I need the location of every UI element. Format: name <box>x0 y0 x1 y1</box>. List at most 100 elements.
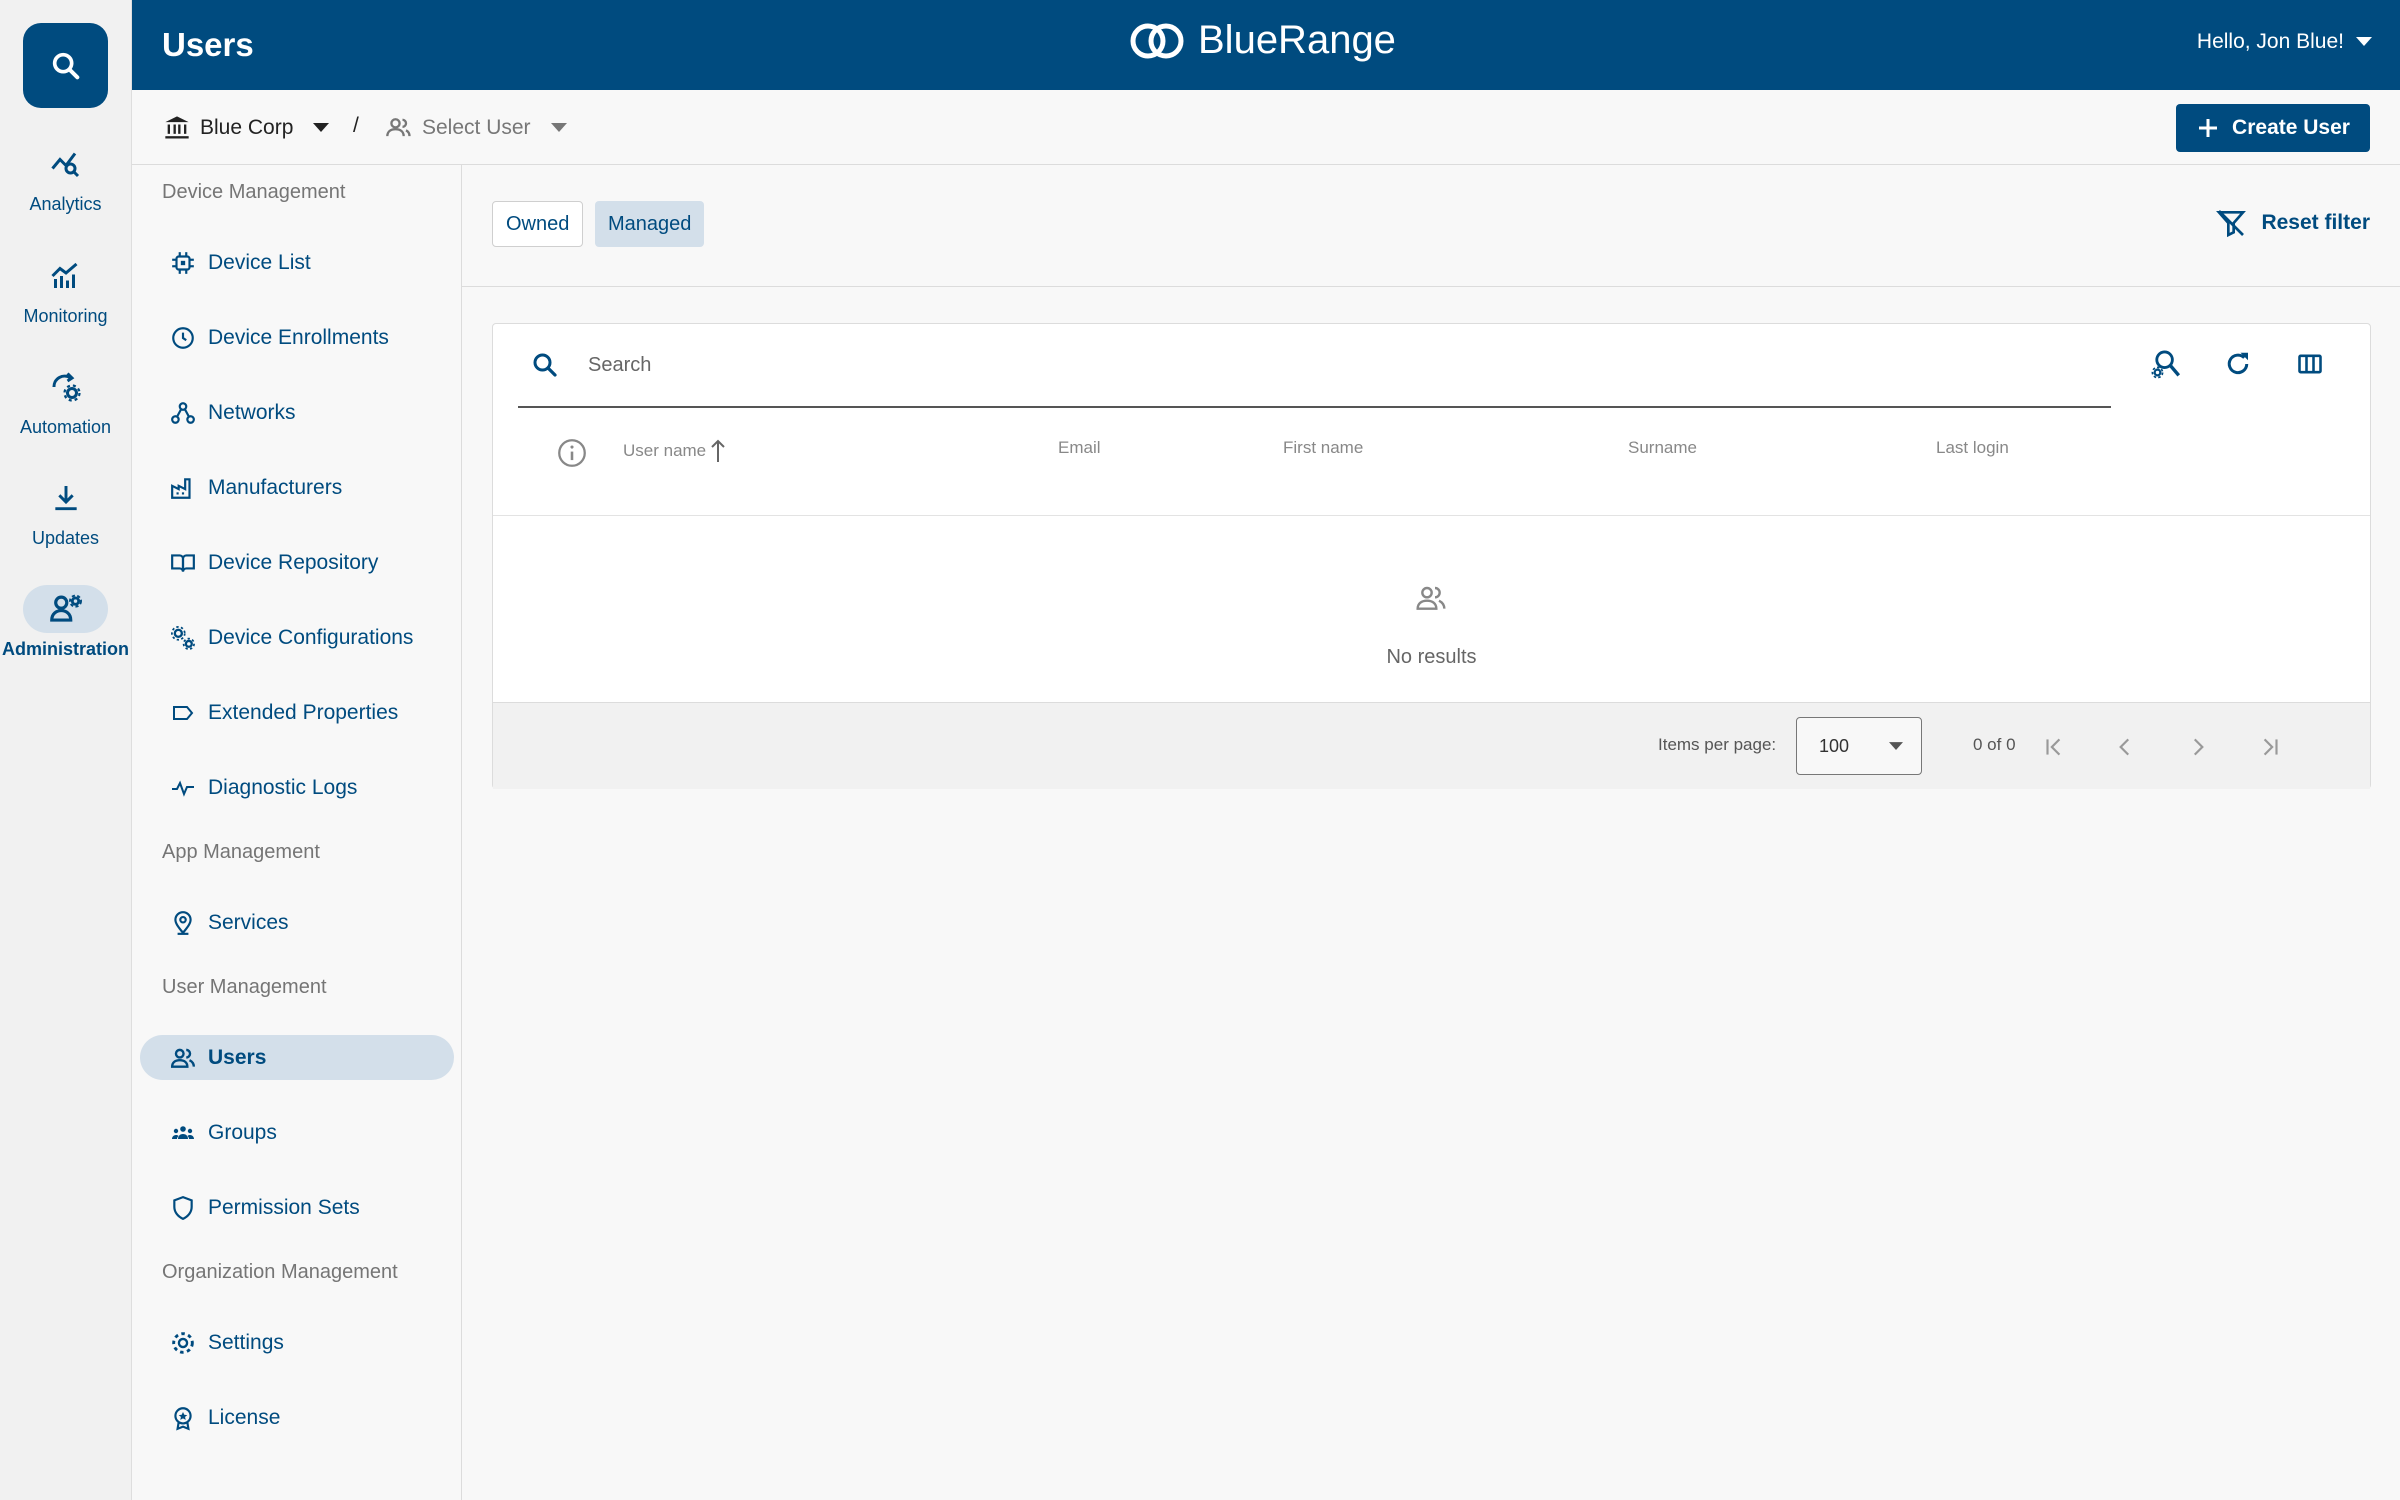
rail-item-analytics[interactable]: Analytics <box>0 140 131 215</box>
column-header-first-name[interactable]: First name <box>1283 438 1363 458</box>
sidebar-item-settings[interactable]: Settings <box>140 1320 454 1365</box>
sidebar-item-users[interactable]: Users <box>140 1035 454 1080</box>
user-selector-placeholder: Select User <box>422 116 531 139</box>
reset-filter-label: Reset filter <box>2261 211 2370 234</box>
previous-page-button[interactable] <box>2108 730 2142 764</box>
create-user-label: Create User <box>2232 116 2350 139</box>
empty-state: No results <box>493 516 2370 704</box>
global-search-button[interactable] <box>23 23 108 108</box>
refresh-button[interactable] <box>2220 346 2256 382</box>
sidebar-item-diagnostic-logs[interactable]: Diagnostic Logs <box>140 765 454 810</box>
bank-icon <box>165 116 189 139</box>
sidebar-item-label: Device Configurations <box>208 625 414 649</box>
sidebar-item-permission-sets[interactable]: Permission Sets <box>140 1185 454 1230</box>
caret-down-icon <box>550 123 567 132</box>
rail-label: Monitoring <box>23 306 108 326</box>
user-menu[interactable]: Hello, Jon Blue! <box>2197 30 2372 54</box>
monitoring-icon <box>50 262 77 288</box>
sidebar-item-device-repository[interactable]: Device Repository <box>140 540 454 585</box>
search-input[interactable]: Search <box>588 354 651 377</box>
reset-filter-button[interactable]: Reset filter <box>2215 207 2370 239</box>
organization-name: Blue Corp <box>200 116 294 139</box>
sidebar-item-label: Networks <box>208 400 296 424</box>
sidebar-item-device-configurations[interactable]: Device Configurations <box>140 615 454 660</box>
first-page-icon <box>2046 738 2061 756</box>
badge-icon <box>174 1406 192 1431</box>
admin-icon <box>49 594 82 622</box>
sidebar-item-label: Diagnostic Logs <box>208 775 358 799</box>
arrow-up-icon <box>711 439 725 462</box>
advanced-search-button[interactable] <box>2148 346 2184 382</box>
column-header-label: User name <box>623 441 707 460</box>
page-range: 0 of 0 <box>1973 735 2016 754</box>
column-header-email[interactable]: Email <box>1058 438 1101 458</box>
items-per-page-value: 100 <box>1819 735 1850 756</box>
users-icon <box>170 1048 196 1068</box>
sidebar-section-title: App Management <box>162 841 320 863</box>
owned-filter-chip[interactable]: Owned <box>492 201 584 247</box>
rail-item-automation[interactable]: Automation <box>0 363 131 438</box>
filter-off-icon <box>2216 210 2247 238</box>
admin-sidebar: Device Management Device List Device Enr… <box>132 165 462 1500</box>
sidebar-item-device-list[interactable]: Device List <box>140 240 454 285</box>
user-selector[interactable]: Select User <box>384 114 567 142</box>
search-icon <box>52 52 79 79</box>
organization-selector[interactable]: Blue Corp <box>162 114 330 142</box>
columns-icon <box>2298 354 2322 374</box>
search-settings-icon <box>2151 350 2181 379</box>
sidebar-item-manufacturers[interactable]: Manufacturers <box>140 465 454 510</box>
bluerange-logo-icon <box>1130 23 1184 58</box>
context-bar: Blue Corp / Select User Create User <box>132 90 2400 165</box>
managed-filter-chip[interactable]: Managed <box>595 201 705 247</box>
rail-label: Administration <box>1 639 129 659</box>
sidebar-item-services[interactable]: Services <box>140 900 454 945</box>
automation-icon <box>52 372 81 402</box>
column-header-user-name[interactable]: User name <box>623 438 726 464</box>
plus-icon <box>2199 119 2218 137</box>
column-header-surname[interactable]: Surname <box>1628 438 1697 458</box>
empty-state-text: No results <box>1386 646 1477 668</box>
rail-label: Updates <box>31 528 100 548</box>
caret-down-icon <box>2356 37 2372 46</box>
sidebar-item-networks[interactable]: Networks <box>140 390 454 435</box>
shield-icon <box>173 1195 193 1220</box>
factory-icon <box>171 477 191 499</box>
sidebar-section-title: Organization Management <box>162 1261 398 1283</box>
refresh-icon <box>2227 352 2249 375</box>
sidebar-item-groups[interactable]: Groups <box>140 1110 454 1155</box>
sidebar-item-label: License <box>208 1405 281 1429</box>
table-header: User name Email First name Surname Last … <box>493 408 2370 516</box>
rail-item-administration[interactable]: Administration <box>0 585 131 660</box>
column-header-last-login[interactable]: Last login <box>1936 438 2009 458</box>
sidebar-item-label: Settings <box>208 1330 284 1354</box>
filter-bar: Owned Managed Reset filter <box>462 165 2400 287</box>
info-button[interactable] <box>555 436 589 470</box>
download-icon <box>54 486 77 511</box>
sidebar-item-label: Permission Sets <box>208 1195 360 1219</box>
table-search-field[interactable]: Search <box>518 324 2111 408</box>
search-icon <box>533 353 557 377</box>
first-page-button[interactable] <box>2037 730 2071 764</box>
items-per-page-label: Items per page: <box>1658 735 1777 754</box>
brand-name: BlueRange <box>1198 18 1396 62</box>
columns-button[interactable] <box>2292 346 2328 382</box>
rail-item-monitoring[interactable]: Monitoring <box>0 252 131 327</box>
sidebar-item-label: Device Enrollments <box>208 325 389 349</box>
rail-label: Automation <box>19 417 112 437</box>
create-user-button[interactable]: Create User <box>2176 104 2370 152</box>
table-toolbar <box>2148 346 2370 382</box>
items-per-page-select[interactable]: 100 <box>1796 717 1922 775</box>
next-page-button[interactable] <box>2181 730 2215 764</box>
rail-item-updates[interactable]: Updates <box>0 474 131 549</box>
sidebar-item-device-enrollments[interactable]: Device Enrollments <box>140 315 454 360</box>
analytics-icon <box>50 152 79 178</box>
sidebar-item-label: Manufacturers <box>208 475 343 499</box>
brand-logo[interactable]: BlueRange <box>1128 18 1396 63</box>
last-page-button[interactable] <box>2253 730 2287 764</box>
gear-icon <box>172 1331 194 1354</box>
top-app-bar: Users BlueRange Hello, Jon Blue! <box>132 0 2400 90</box>
sidebar-item-license[interactable]: License <box>140 1395 454 1440</box>
label-icon <box>173 705 194 720</box>
sidebar-item-label: Users <box>208 1045 267 1069</box>
sidebar-item-extended-properties[interactable]: Extended Properties <box>140 690 454 735</box>
